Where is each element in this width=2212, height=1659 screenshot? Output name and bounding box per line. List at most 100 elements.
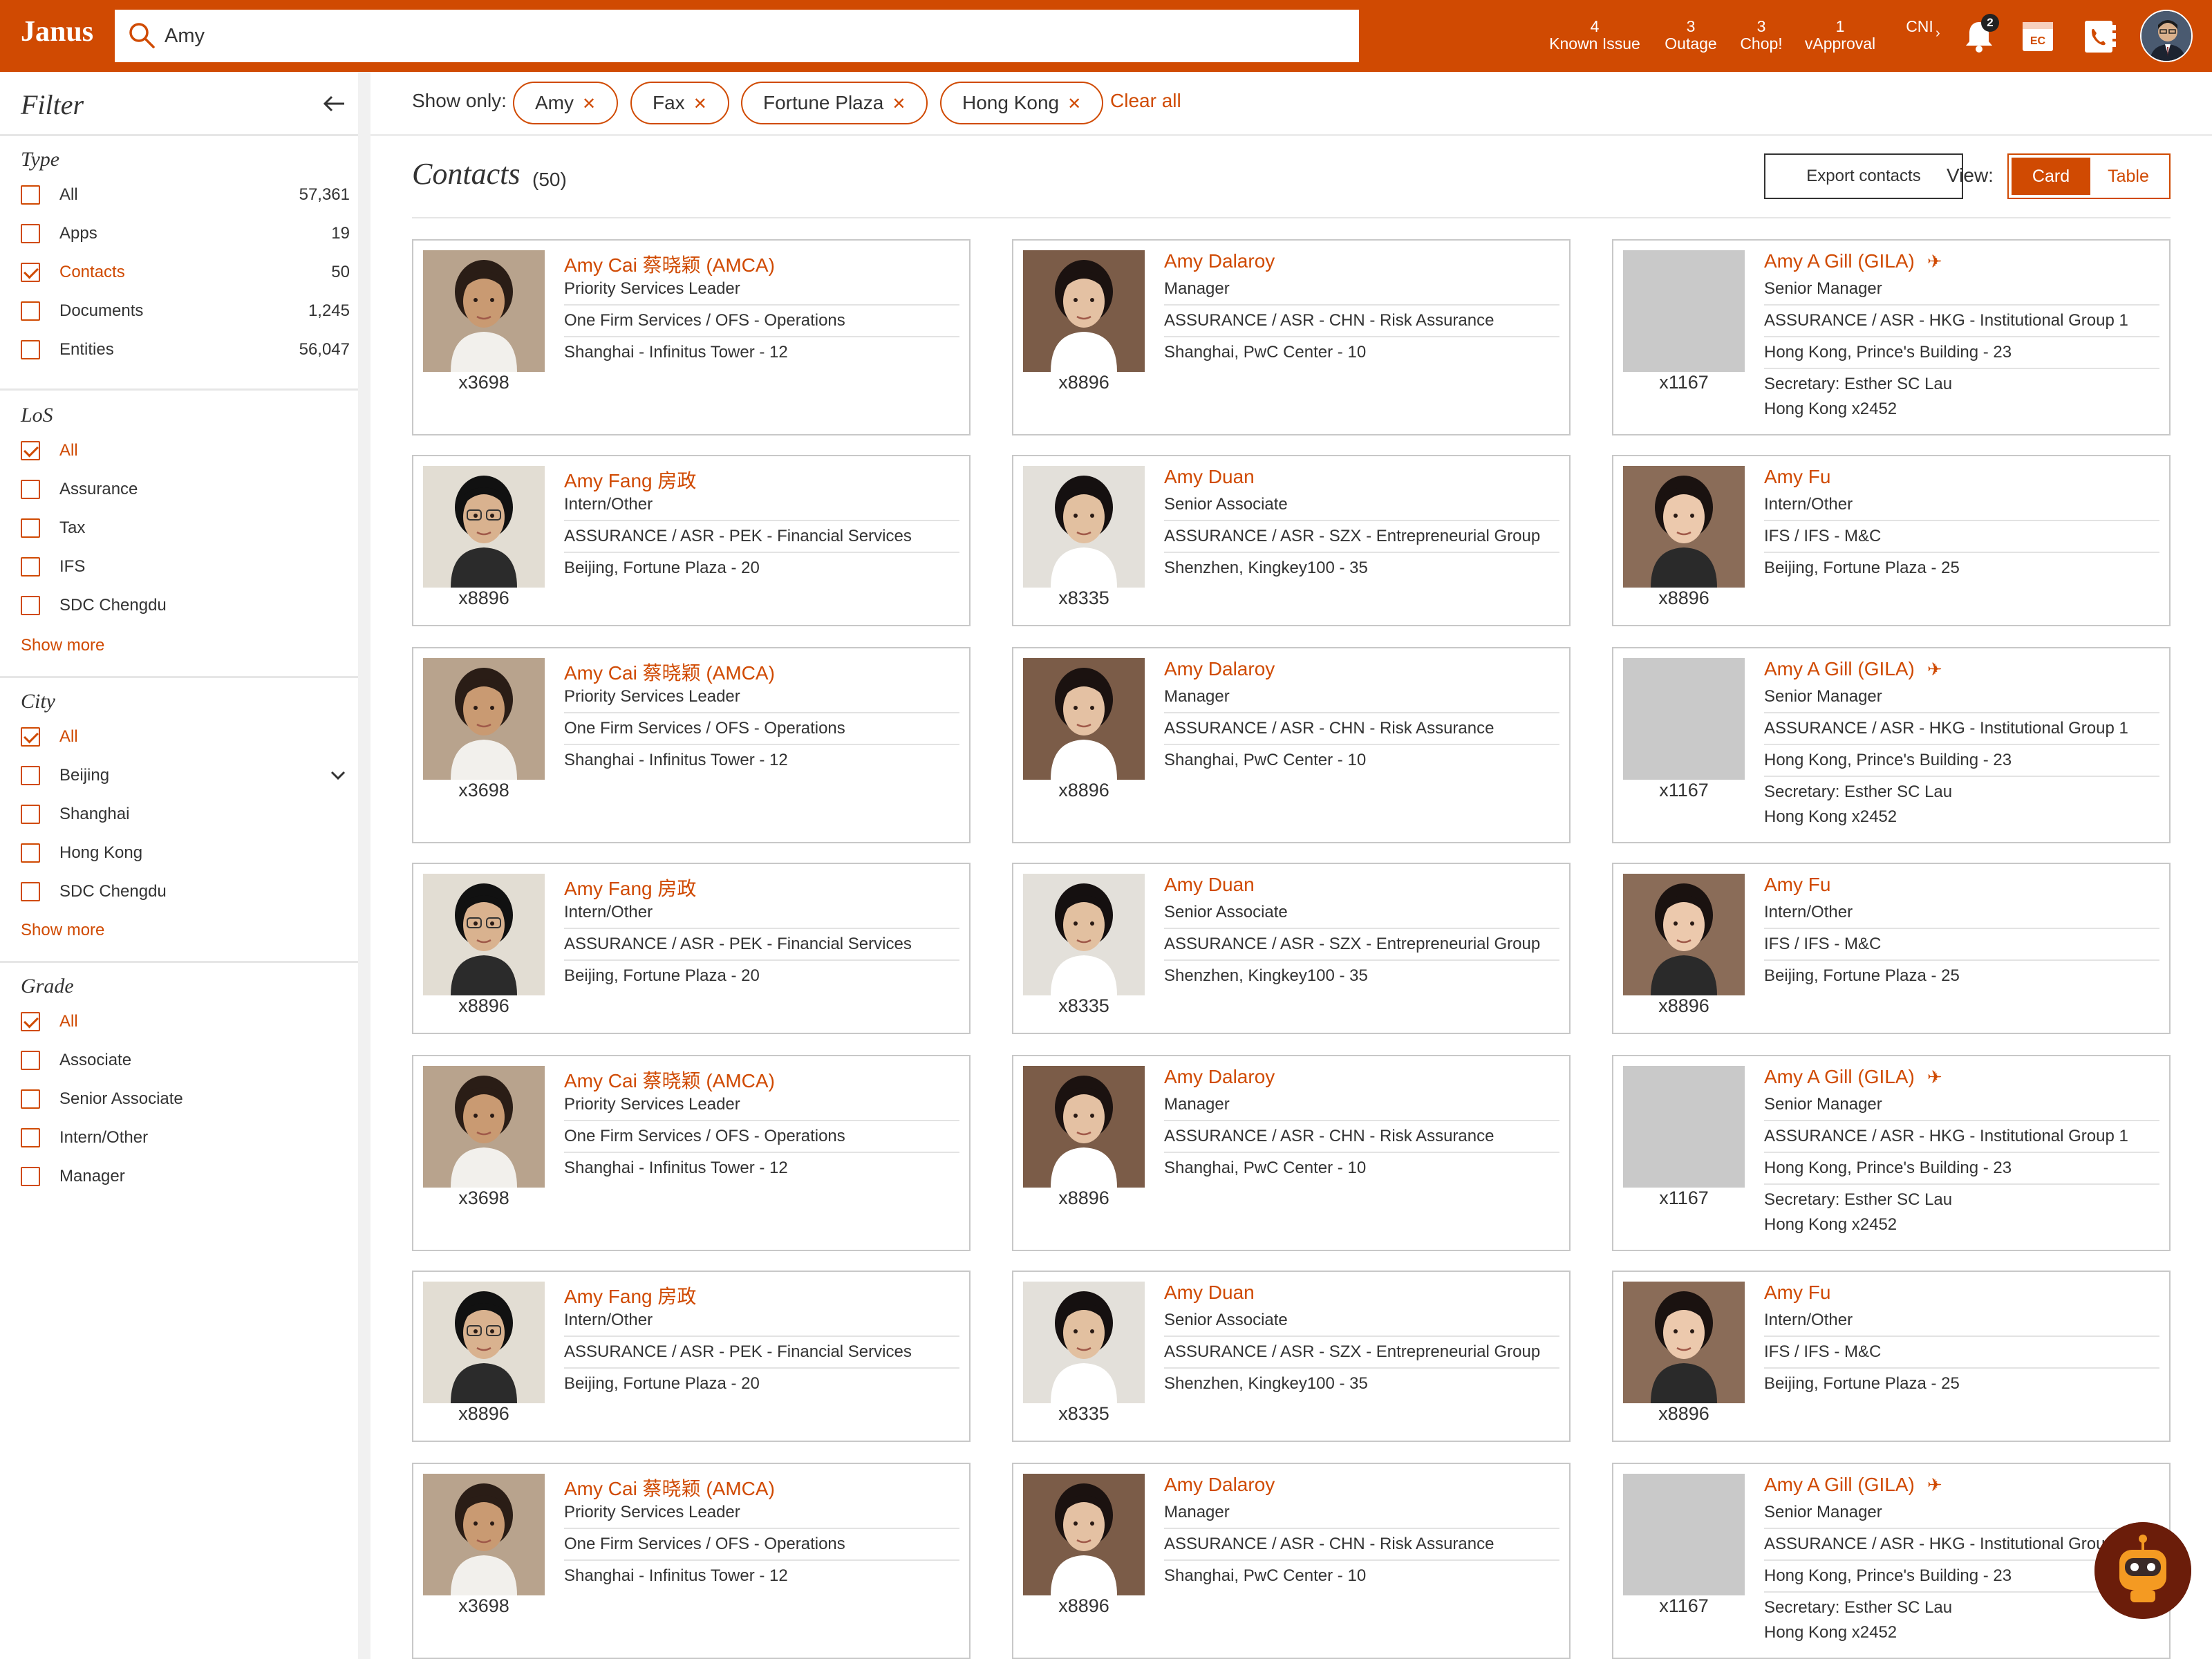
- filter-option-entities[interactable]: Entities 56,047: [21, 336, 350, 364]
- user-avatar[interactable]: [2140, 10, 2193, 62]
- filter-option-shanghai[interactable]: Shanghai: [21, 800, 350, 828]
- filter-option-associate[interactable]: Associate: [21, 1047, 350, 1074]
- export-contacts-button[interactable]: Export contacts: [1764, 153, 1963, 199]
- contact-photo[interactable]: [1023, 250, 1145, 372]
- close-icon[interactable]: ✕: [582, 95, 596, 113]
- contact-name-link[interactable]: Amy A Gill (GILA) ✈: [1764, 1066, 1942, 1088]
- arrow-left-icon[interactable]: [321, 90, 348, 118]
- contact-photo[interactable]: [423, 1282, 545, 1403]
- contact-extension[interactable]: x8335: [1023, 1403, 1145, 1425]
- contact-name-link[interactable]: Amy Dalaroy: [1164, 658, 1275, 680]
- contact-card[interactable]: x8335 Amy Duan Senior Associate ASSURANCE /…: [1012, 863, 1571, 1034]
- checkbox[interactable]: [21, 1128, 40, 1147]
- close-icon[interactable]: ✕: [693, 95, 707, 113]
- filter-option-city-sdc-chengdu[interactable]: SDC Chengdu: [21, 878, 350, 906]
- contact-photo[interactable]: [1023, 1282, 1145, 1403]
- checkbox-checked[interactable]: [21, 1012, 40, 1031]
- checkbox[interactable]: [21, 557, 40, 577]
- chatbot-button[interactable]: [2094, 1522, 2191, 1619]
- contact-name-link[interactable]: Amy Cai 蔡晓颖 (AMCA): [564, 250, 775, 278]
- filter-option-beijing[interactable]: Beijing: [21, 762, 350, 789]
- checkbox[interactable]: [21, 301, 40, 321]
- contact-name-link[interactable]: Amy Fu: [1764, 1282, 1830, 1304]
- contact-photo[interactable]: [1023, 874, 1145, 995]
- checkbox[interactable]: [21, 518, 40, 538]
- contact-photo[interactable]: [1023, 1474, 1145, 1595]
- contact-photo[interactable]: [1023, 658, 1145, 780]
- contact-name-link[interactable]: Amy Dalaroy: [1164, 1474, 1275, 1496]
- contact-extension[interactable]: x1167: [1623, 1188, 1745, 1209]
- filter-option-los-all[interactable]: All: [21, 437, 350, 465]
- contact-name-link[interactable]: Amy Fang 房政: [564, 466, 696, 494]
- filter-option-intern-other[interactable]: Intern/Other: [21, 1124, 350, 1152]
- filter-option-hong-kong[interactable]: Hong Kong: [21, 839, 350, 867]
- view-card-button[interactable]: Card: [2012, 158, 2090, 195]
- chop-link[interactable]: 3 Chop!: [1731, 18, 1792, 53]
- contact-card[interactable]: x8896 Amy Dalaroy Manager ASSURANCE / ASR -…: [1012, 647, 1571, 843]
- contact-card[interactable]: x1167 Amy A Gill (GILA) ✈ Senior Manager ASS…: [1612, 647, 2171, 843]
- contact-photo[interactable]: [1623, 874, 1745, 995]
- contact-card[interactable]: x8896 Amy Fu Intern/Other IFS / IFS - M&C Be…: [1612, 863, 2171, 1034]
- contact-name-link[interactable]: Amy Cai 蔡晓颖 (AMCA): [564, 1066, 775, 1094]
- close-icon[interactable]: ✕: [892, 95, 906, 113]
- contact-card[interactable]: x1167 Amy A Gill (GILA) ✈ Senior Manager ASS…: [1612, 1055, 2171, 1251]
- contact-extension[interactable]: x3698: [423, 1595, 545, 1617]
- contact-card[interactable]: x8896 Amy Dalaroy Manager ASSURANCE / ASR -…: [1012, 1055, 1571, 1251]
- checkbox[interactable]: [21, 185, 40, 205]
- contact-card[interactable]: x8896 Amy Fang 房政 Intern/Other ASSURANCE / …: [412, 1271, 971, 1442]
- cni-link[interactable]: CNI ›: [1895, 18, 1944, 41]
- contact-extension[interactable]: x8896: [1023, 1595, 1145, 1617]
- contact-card[interactable]: x8896 Amy Fang 房政 Intern/Other ASSURANCE / …: [412, 455, 971, 626]
- checkbox-checked[interactable]: [21, 263, 40, 282]
- contact-extension[interactable]: x1167: [1623, 372, 1745, 393]
- contact-card[interactable]: x3698 Amy Cai 蔡晓颖 (AMCA) Priority Services…: [412, 1463, 971, 1659]
- known-issue-link[interactable]: 4 Known Issue: [1543, 18, 1647, 53]
- contact-card[interactable]: x8335 Amy Duan Senior Associate ASSURANCE /…: [1012, 1271, 1571, 1442]
- checkbox[interactable]: [21, 882, 40, 901]
- filter-option-assurance[interactable]: Assurance: [21, 476, 350, 503]
- filter-option-type-all[interactable]: All 57,361: [21, 181, 350, 209]
- contact-name-link[interactable]: Amy Duan: [1164, 466, 1255, 488]
- filter-option-tax[interactable]: Tax: [21, 514, 350, 542]
- close-icon[interactable]: ✕: [1067, 95, 1081, 113]
- contact-card[interactable]: x3698 Amy Cai 蔡晓颖 (AMCA) Priority Services…: [412, 647, 971, 843]
- contact-extension[interactable]: x1167: [1623, 780, 1745, 801]
- app-logo[interactable]: Janus: [21, 15, 93, 48]
- clear-all-link[interactable]: Clear all: [1110, 90, 1181, 112]
- contact-photo[interactable]: [1623, 466, 1745, 588]
- contact-card[interactable]: x8335 Amy Duan Senior Associate ASSURANCE /…: [1012, 455, 1571, 626]
- show-more-los-link[interactable]: Show more: [21, 636, 104, 655]
- contact-card[interactable]: x3698 Amy Cai 蔡晓颖 (AMCA) Priority Services…: [412, 239, 971, 435]
- filter-chip-fortune-plaza[interactable]: Fortune Plaza ✕: [741, 82, 928, 124]
- filter-option-manager[interactable]: Manager: [21, 1163, 350, 1190]
- contact-name-link[interactable]: Amy Dalaroy: [1164, 1066, 1275, 1088]
- checkbox-checked[interactable]: [21, 727, 40, 747]
- contact-photo[interactable]: [423, 1474, 545, 1595]
- filter-chip-fax[interactable]: Fax ✕: [630, 82, 729, 124]
- filter-chip-hong-kong[interactable]: Hong Kong ✕: [940, 82, 1104, 124]
- filter-option-contacts[interactable]: Contacts 50: [21, 259, 350, 286]
- contact-photo[interactable]: [423, 1066, 545, 1188]
- contact-name-link[interactable]: Amy A Gill (GILA) ✈: [1764, 1474, 1942, 1496]
- contact-name-link[interactable]: Amy Fu: [1764, 874, 1830, 896]
- contact-name-link[interactable]: Amy Cai 蔡晓颖 (AMCA): [564, 658, 775, 686]
- show-more-city-link[interactable]: Show more: [21, 921, 104, 940]
- contact-extension[interactable]: x8335: [1023, 588, 1145, 609]
- contact-extension[interactable]: x8896: [1023, 1188, 1145, 1209]
- contact-name-link[interactable]: Amy Dalaroy: [1164, 250, 1275, 272]
- contact-extension[interactable]: x3698: [423, 372, 545, 393]
- contact-photo[interactable]: [1623, 658, 1745, 780]
- checkbox[interactable]: [21, 1051, 40, 1070]
- contact-photo[interactable]: [1623, 1474, 1745, 1595]
- filter-chip-amy[interactable]: Amy ✕: [513, 82, 619, 124]
- filter-option-ifs[interactable]: IFS: [21, 553, 350, 581]
- contact-name-link[interactable]: Amy A Gill (GILA) ✈: [1764, 658, 1942, 680]
- filter-option-apps[interactable]: Apps 19: [21, 220, 350, 247]
- contact-extension[interactable]: x8896: [423, 588, 545, 609]
- contact-photo[interactable]: [1023, 1066, 1145, 1188]
- contact-extension[interactable]: x8896: [1623, 588, 1745, 609]
- filter-option-grade-all[interactable]: All: [21, 1008, 350, 1035]
- checkbox[interactable]: [21, 805, 40, 824]
- ec-app-icon[interactable]: EC: [2018, 17, 2059, 57]
- contact-extension[interactable]: x8896: [1623, 1403, 1745, 1425]
